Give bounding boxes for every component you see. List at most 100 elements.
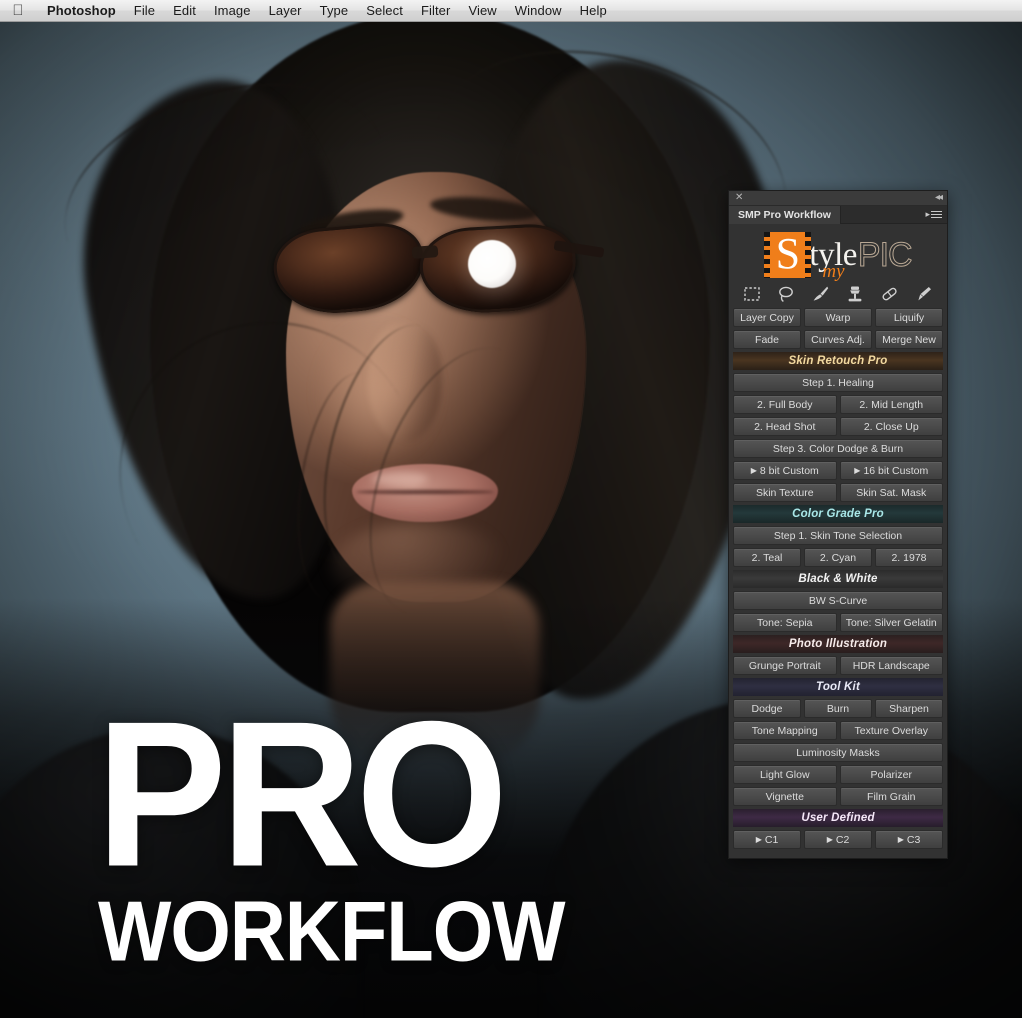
button-row: BW S-Curve [733, 591, 943, 610]
button-label: Dodge [752, 703, 783, 715]
button-label: Layer Copy [740, 312, 794, 324]
button-tone-mapping[interactable]: Tone Mapping [733, 721, 837, 740]
button-vignette[interactable]: Vignette [733, 787, 837, 806]
play-triangle-icon: ▶ [756, 835, 762, 844]
button-label: Tone: Silver Gelatin [846, 617, 937, 629]
button-merge-new[interactable]: Merge New [875, 330, 943, 349]
button-c3[interactable]: ▶C3 [875, 830, 943, 849]
button-label: 2. Cyan [820, 552, 856, 564]
panel-tab-bar: SMP Pro Workflow ▸ [729, 206, 947, 224]
button-8-bit-custom[interactable]: ▶8 bit Custom [733, 461, 837, 480]
apple-logo-icon[interactable]:  [10, 3, 26, 19]
menu-item-select[interactable]: Select [357, 0, 412, 22]
button-label: Merge New [882, 334, 936, 346]
menu-item-type[interactable]: Type [311, 0, 358, 22]
panel-title-bar: ✕ ◂◂ [729, 191, 947, 206]
button-label: Luminosity Masks [796, 747, 879, 759]
button-row: Skin Texture Skin Sat. Mask [733, 483, 943, 502]
button-sharpen[interactable]: Sharpen [875, 699, 943, 718]
tab-label: SMP Pro Workflow [738, 209, 831, 221]
button-label: Texture Overlay [854, 725, 928, 737]
menu-item-image[interactable]: Image [205, 0, 260, 22]
panel-menu-icon[interactable]: ▸ [925, 209, 942, 220]
button-liquify[interactable]: Liquify [875, 308, 943, 327]
button-label: 2. 1978 [891, 552, 926, 564]
menu-item-filter[interactable]: Filter [412, 0, 460, 22]
button-2-close-up[interactable]: 2. Close Up [840, 417, 944, 436]
button-step-1-skin-tone-selection[interactable]: Step 1. Skin Tone Selection [733, 526, 943, 545]
menu-item-edit[interactable]: Edit [164, 0, 205, 22]
button-16-bit-custom[interactable]: ▶16 bit Custom [840, 461, 944, 480]
button-label: Sharpen [889, 703, 929, 715]
button-c1[interactable]: ▶C1 [733, 830, 801, 849]
button-hdr-landscape[interactable]: HDR Landscape [840, 656, 944, 675]
clone-stamp-icon[interactable] [844, 284, 866, 304]
button-label: BW S-Curve [809, 595, 867, 607]
button-c2[interactable]: ▶C2 [804, 830, 872, 849]
menu-item-photoshop[interactable]: Photoshop [38, 0, 125, 22]
section-header-black-white: Black & White [733, 570, 943, 588]
button-skin-sat-mask[interactable]: Skin Sat. Mask [840, 483, 944, 502]
button-2-cyan[interactable]: 2. Cyan [804, 548, 872, 567]
button-row: Tone Mapping Texture Overlay [733, 721, 943, 740]
menu-item-window[interactable]: Window [506, 0, 571, 22]
button-row: Step 1. Healing [733, 373, 943, 392]
collapse-double-chevron-icon[interactable]: ◂◂ [935, 193, 941, 203]
button-label: Skin Sat. Mask [856, 487, 926, 499]
lasso-icon[interactable] [775, 284, 797, 304]
button-label: Liquify [894, 312, 924, 324]
play-triangle-icon: ▶ [751, 466, 757, 475]
button-dodge[interactable]: Dodge [733, 699, 801, 718]
button-label: Vignette [766, 791, 804, 803]
logo-word-script: my [822, 262, 844, 281]
tab-smp-pro-workflow[interactable]: SMP Pro Workflow [729, 206, 841, 224]
button-row: Dodge Burn Sharpen [733, 699, 943, 718]
button-texture-overlay[interactable]: Texture Overlay [840, 721, 944, 740]
button-row: 2. Full Body 2. Mid Length [733, 395, 943, 414]
button-label: Tone: Sepia [757, 617, 812, 629]
button-2-head-shot[interactable]: 2. Head Shot [733, 417, 837, 436]
button-tone-sepia[interactable]: Tone: Sepia [733, 613, 837, 632]
play-triangle-icon: ▶ [854, 466, 860, 475]
healing-patch-icon[interactable] [879, 284, 901, 304]
button-layer-copy[interactable]: Layer Copy [733, 308, 801, 327]
menu-items: PhotoshopFileEditImageLayerTypeSelectFil… [38, 0, 616, 22]
button-skin-texture[interactable]: Skin Texture [733, 483, 837, 502]
rectangular-marquee-icon[interactable] [741, 284, 763, 304]
close-icon[interactable]: ✕ [735, 193, 743, 203]
button-luminosity-masks[interactable]: Luminosity Masks [733, 743, 943, 762]
logo-film-mark: S [764, 232, 811, 278]
button-row: Layer Copy Warp Liquify [733, 308, 943, 327]
button-label: Polarizer [871, 769, 912, 781]
button-grunge-portrait[interactable]: Grunge Portrait [733, 656, 837, 675]
button-fade[interactable]: Fade [733, 330, 801, 349]
button-film-grain[interactable]: Film Grain [840, 787, 944, 806]
menu-item-help[interactable]: Help [571, 0, 616, 22]
button-warp[interactable]: Warp [804, 308, 872, 327]
button-2-full-body[interactable]: 2. Full Body [733, 395, 837, 414]
logo-mark-letter: S [776, 232, 800, 276]
button-label: 2. Full Body [757, 399, 812, 411]
menu-item-layer[interactable]: Layer [260, 0, 311, 22]
button-step-1-healing[interactable]: Step 1. Healing [733, 373, 943, 392]
button-light-glow[interactable]: Light Glow [733, 765, 837, 784]
brush-icon[interactable] [810, 284, 832, 304]
button-label: Tone Mapping [752, 725, 818, 737]
menu-item-file[interactable]: File [125, 0, 164, 22]
button-burn[interactable]: Burn [804, 699, 872, 718]
button-step-3-color-dodge-burn[interactable]: Step 3. Color Dodge & Burn [733, 439, 943, 458]
button-curves-adj[interactable]: Curves Adj. [804, 330, 872, 349]
menu-item-view[interactable]: View [459, 0, 505, 22]
pen-icon[interactable] [913, 284, 935, 304]
button-label: Step 3. Color Dodge & Burn [773, 443, 903, 455]
button-2-1978[interactable]: 2. 1978 [875, 548, 943, 567]
button-label: Skin Texture [756, 487, 814, 499]
button-row: Light Glow Polarizer [733, 765, 943, 784]
button-tone-silver-gelatin[interactable]: Tone: Silver Gelatin [840, 613, 944, 632]
button-row: Luminosity Masks [733, 743, 943, 762]
smp-pro-workflow-panel: ✕ ◂◂ SMP Pro Workflow ▸ S tyle my PIC [728, 190, 948, 859]
button-bw-s-curve[interactable]: BW S-Curve [733, 591, 943, 610]
button-polarizer[interactable]: Polarizer [840, 765, 944, 784]
button-2-teal[interactable]: 2. Teal [733, 548, 801, 567]
button-2-mid-length[interactable]: 2. Mid Length [840, 395, 944, 414]
